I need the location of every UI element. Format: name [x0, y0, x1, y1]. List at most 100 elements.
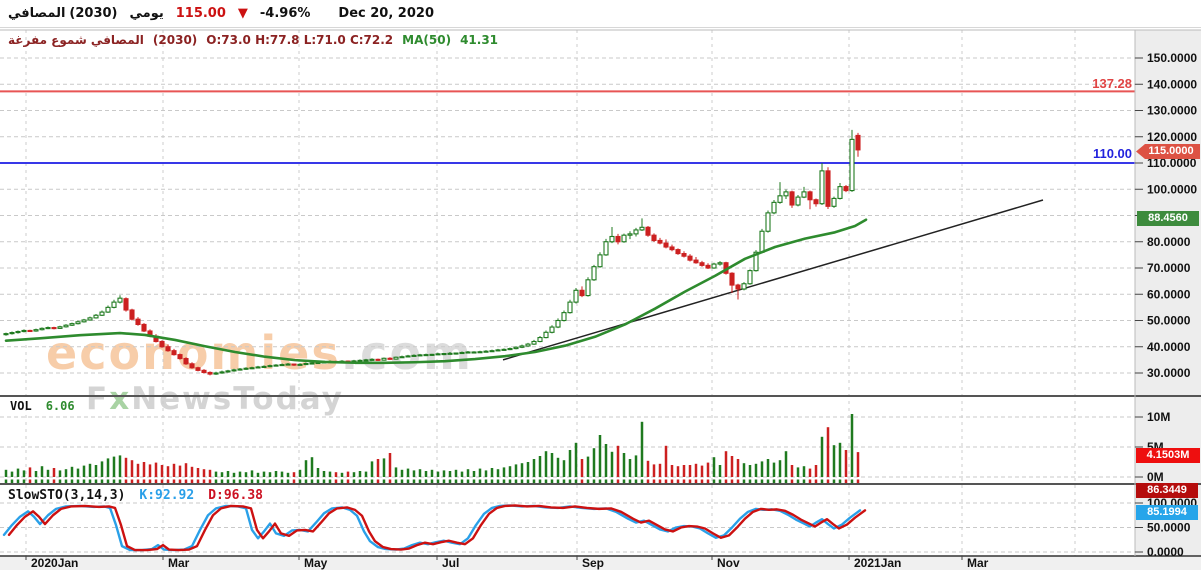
volume-bar — [202, 469, 206, 477]
volume-bar — [226, 471, 230, 477]
time-axis-label: Mar — [168, 556, 190, 570]
candle-body — [711, 263, 717, 269]
volume-bar — [790, 465, 794, 477]
candle-body — [189, 363, 195, 369]
legend-ma-value: 41.31 — [460, 33, 499, 47]
volume-bar — [124, 457, 128, 477]
volume-bar — [718, 465, 722, 477]
volume-bar — [766, 459, 770, 477]
candle-body — [387, 357, 393, 360]
candle-body — [249, 367, 255, 370]
trend-line[interactable] — [502, 199, 1044, 361]
candle-body — [675, 249, 681, 255]
volume-bar — [298, 469, 302, 477]
volume-direction-tick — [526, 479, 530, 483]
volume-bar — [382, 458, 386, 477]
volume-direction-tick — [472, 479, 476, 483]
volume-bar — [520, 463, 524, 477]
ticker-header: المصافي (2030) يومي 115.00 ▼ -4.96% Dec … — [0, 0, 1201, 28]
volume-bar — [574, 442, 578, 477]
candle-body — [303, 362, 309, 366]
volume-direction-tick — [514, 479, 518, 483]
volume-direction-tick — [118, 479, 122, 483]
quote-date: Dec 20, 2020 — [338, 6, 434, 21]
candle-body — [819, 170, 825, 205]
candle-body — [225, 370, 231, 373]
volume-bar — [652, 464, 656, 477]
price-axis-label: 100.0000 — [1147, 182, 1197, 196]
volume-direction-tick — [850, 479, 854, 483]
volume-direction-tick — [424, 479, 428, 483]
candle-body — [609, 235, 615, 243]
price-axis-label: 30.0000 — [1147, 366, 1191, 380]
timeframe-label[interactable]: يومي — [130, 6, 164, 21]
volume-bar — [808, 468, 812, 477]
candle-body — [843, 186, 849, 192]
volume-bar — [10, 471, 14, 477]
volume-direction-tick — [202, 479, 206, 483]
volume-bar — [292, 472, 296, 477]
candle-body — [369, 358, 375, 361]
volume-direction-tick — [760, 479, 764, 483]
chart-canvas[interactable]: 150.0000140.0000130.0000120.0000110.0000… — [0, 0, 1201, 570]
volume-bar — [34, 471, 38, 477]
candle-body — [633, 229, 639, 235]
volume-direction-tick — [742, 479, 746, 483]
candle-body — [219, 371, 225, 374]
candle-body — [195, 367, 201, 371]
volume-direction-tick — [286, 479, 290, 483]
volume-direction-tick — [532, 479, 536, 483]
volume-direction-tick — [322, 479, 326, 483]
volume-bar — [802, 466, 806, 477]
volume-direction-tick — [160, 479, 164, 483]
candle-body — [705, 264, 711, 269]
volume-bar — [562, 460, 566, 477]
candle-body — [597, 254, 603, 268]
volume-bar — [592, 448, 596, 477]
candle-body — [549, 326, 555, 333]
volume-bar — [466, 469, 470, 477]
resistance-level-label[interactable]: 137.28 — [1092, 76, 1132, 91]
volume-direction-tick — [796, 479, 800, 483]
candle-body — [297, 363, 303, 366]
volume-direction-tick — [376, 479, 380, 483]
candle-body — [81, 319, 87, 323]
candle-body — [111, 301, 117, 308]
stochastic-pane-header: SlowSTO(3,14,3) K:92.92 D:96.38 — [8, 488, 263, 503]
volume-bar — [94, 465, 98, 477]
volume-direction-tick — [448, 479, 452, 483]
volume-bar — [58, 470, 62, 477]
volume-direction-tick — [586, 479, 590, 483]
candle-body — [159, 340, 165, 348]
price-axis-label: 60.0000 — [1147, 287, 1191, 301]
candle-body — [735, 284, 741, 290]
change-percent: -4.96% — [259, 6, 311, 21]
down-arrow-icon: ▼ — [237, 6, 248, 21]
volume-bar — [778, 460, 782, 477]
volume-direction-tick — [226, 479, 230, 483]
volume-direction-tick — [334, 479, 338, 483]
price-axis-label: 130.0000 — [1147, 104, 1197, 118]
volume-direction-tick — [220, 479, 224, 483]
volume-direction-tick — [16, 479, 20, 483]
price-axis-label: 50.0000 — [1147, 314, 1191, 328]
volume-bar — [736, 459, 740, 477]
volume-bar — [172, 463, 176, 477]
volume-direction-tick — [388, 479, 392, 483]
volume-bar — [700, 465, 704, 477]
support-level-label[interactable]: 110.00 — [1093, 146, 1132, 161]
volume-bar — [658, 463, 662, 477]
volume-direction-tick — [82, 479, 86, 483]
volume-direction-tick — [772, 479, 776, 483]
candle-body — [813, 199, 819, 205]
candle-body — [33, 329, 39, 332]
candle-body — [513, 346, 519, 350]
volume-direction-tick — [250, 479, 254, 483]
price-axis-label: 70.0000 — [1147, 261, 1191, 275]
volume-bar — [664, 445, 668, 477]
volume-bar — [196, 468, 200, 477]
candle-body — [213, 372, 219, 375]
volume-bar — [598, 435, 602, 477]
volume-direction-tick — [52, 479, 56, 483]
volume-bar — [832, 445, 836, 477]
